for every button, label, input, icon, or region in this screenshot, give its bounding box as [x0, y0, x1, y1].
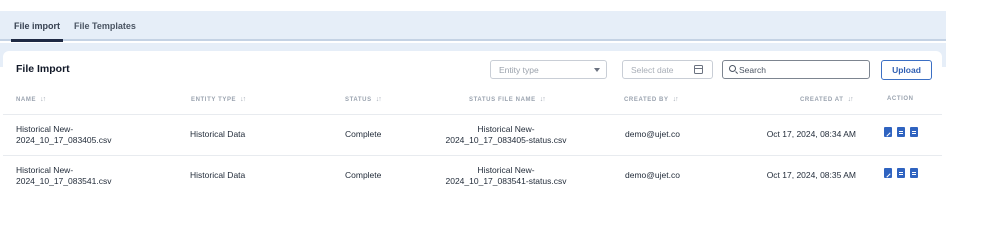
sort-icon[interactable]: ↓↑ [673, 96, 679, 103]
table-row: Historical New- 2024_10_17_083405.csv Hi… [3, 114, 942, 154]
upload-button[interactable]: Upload [881, 60, 932, 80]
name-line: Historical New- [16, 124, 74, 134]
file-icon[interactable] [910, 127, 918, 137]
cell-entity-type: Historical Data [190, 129, 246, 139]
tab-file-templates[interactable]: File Templates [74, 11, 136, 41]
sort-icon[interactable]: ↓↑ [376, 96, 382, 103]
edit-icon[interactable] [884, 168, 892, 178]
column-header-entity-type[interactable]: ENTITY TYPE ↓↑ [191, 96, 246, 103]
column-label: NAME [16, 97, 37, 103]
cell-name: Historical New- 2024_10_17_083405.csv [16, 124, 166, 146]
column-label: ENTITY TYPE [191, 97, 237, 103]
cell-name: Historical New- 2024_10_17_083541.csv [16, 165, 166, 187]
sort-icon[interactable]: ↓↑ [40, 96, 46, 103]
column-label: CREATED BY [624, 97, 669, 103]
column-header-action: ACTION [887, 96, 914, 102]
column-header-created-at[interactable]: CREATED AT ↓↑ [800, 96, 854, 103]
table-row: Historical New- 2024_10_17_083541.csv Hi… [3, 155, 942, 195]
column-header-created-by[interactable]: CREATED BY ↓↑ [624, 96, 679, 103]
date-placeholder: Select date [631, 65, 674, 75]
search-icon [729, 65, 736, 72]
column-label: STATUS [345, 97, 372, 103]
file-icon[interactable] [910, 168, 918, 178]
tab-bar: File import File Templates [0, 11, 946, 42]
name-line: 2024_10_17_083405.csv [16, 135, 112, 145]
sort-icon[interactable]: ↓↑ [240, 96, 246, 103]
search-input[interactable] [739, 63, 864, 77]
sort-icon[interactable]: ↓↑ [540, 96, 546, 103]
name-line: 2024_10_17_083541.csv [16, 176, 112, 186]
cell-status: Complete [345, 129, 382, 139]
entity-type-select[interactable]: Entity type [490, 60, 607, 79]
name-line: Historical New- [16, 165, 74, 175]
cell-created-at: Oct 17, 2024, 08:35 AM [766, 170, 856, 180]
search-box[interactable] [722, 60, 870, 79]
cell-created-by: demo@ujet.co [625, 170, 680, 180]
tab-file-import[interactable]: File import [11, 11, 64, 42]
column-label: CREATED AT [800, 97, 844, 103]
sort-icon[interactable]: ↓↑ [848, 96, 854, 103]
cell-status: Complete [345, 170, 382, 180]
chevron-down-icon [594, 68, 600, 72]
file-import-card: File Import Entity type Select date Uplo… [3, 51, 942, 202]
cell-entity-type: Historical Data [190, 170, 246, 180]
cell-status-file-name: Historical New- 2024_10_17_083405-status… [431, 124, 581, 146]
column-header-status-file-name[interactable]: STATUS FILE NAME ↓↑ [469, 96, 546, 103]
calendar-icon[interactable] [694, 65, 703, 74]
file-icon[interactable] [897, 127, 905, 137]
cell-status-file-name: Historical New- 2024_10_17_083541-status… [431, 165, 581, 187]
status-file-line: 2024_10_17_083405-status.csv [445, 135, 567, 145]
cell-created-at: Oct 17, 2024, 08:34 AM [766, 129, 856, 139]
status-file-line: Historical New- [477, 124, 535, 134]
column-label: STATUS FILE NAME [469, 97, 536, 103]
column-header-name[interactable]: NAME ↓↑ [16, 96, 46, 103]
entity-type-placeholder: Entity type [499, 65, 539, 75]
card-title: File Import [16, 63, 70, 75]
status-file-line: Historical New- [477, 165, 535, 175]
column-header-status[interactable]: STATUS ↓↑ [345, 96, 382, 103]
edit-icon[interactable] [884, 127, 892, 137]
cell-created-by: demo@ujet.co [625, 129, 680, 139]
column-label: ACTION [887, 96, 914, 102]
file-icon[interactable] [897, 168, 905, 178]
status-file-line: 2024_10_17_083541-status.csv [445, 176, 567, 186]
date-picker[interactable]: Select date [622, 60, 713, 79]
